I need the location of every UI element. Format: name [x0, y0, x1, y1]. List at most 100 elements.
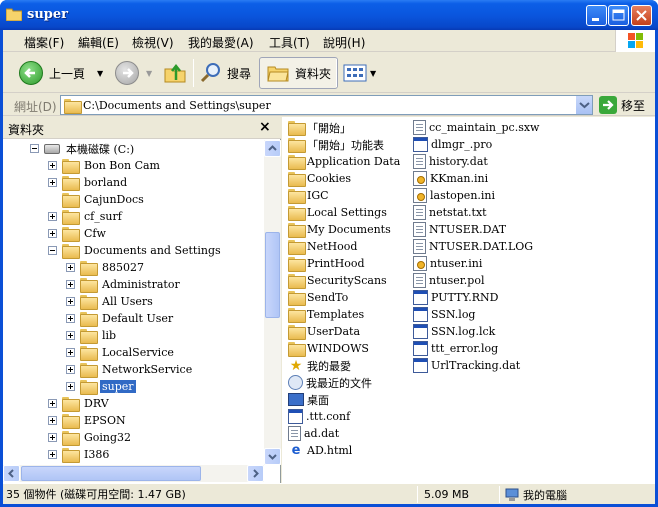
file-list-item[interactable]: My Documents [288, 221, 391, 238]
forward-button[interactable]: ▼ [115, 57, 152, 89]
scroll-up-button[interactable] [264, 140, 281, 157]
file-list-item[interactable]: UrlTracking.dat [413, 357, 520, 374]
expand-icon[interactable] [66, 365, 75, 374]
tree-item[interactable]: Default User [66, 310, 175, 327]
menu-tools[interactable]: 工具(T) [269, 34, 310, 51]
file-list-item[interactable]: PrintHood [288, 255, 365, 272]
folder-tree-horizontal-scrollbar[interactable] [3, 465, 264, 482]
tree-item[interactable]: I386 [48, 446, 111, 463]
expand-icon[interactable] [66, 280, 75, 289]
collapse-icon[interactable] [48, 246, 57, 255]
file-list-item[interactable]: lastopen.ini [413, 187, 495, 204]
collapse-icon[interactable] [30, 144, 39, 153]
address-dropdown-button[interactable] [575, 96, 592, 114]
file-list-item[interactable]: NTUSER.DAT [413, 221, 506, 238]
file-list-item[interactable]: dlmgr_.pro [413, 136, 492, 153]
tree-item[interactable]: borland [48, 174, 129, 191]
file-list-item[interactable]: ntuser.ini [413, 255, 482, 272]
file-list-item[interactable]: netstat.txt [413, 204, 487, 221]
folder-pane-close-icon[interactable]: × [259, 119, 271, 135]
file-list-item[interactable]: 我最近的文件 [288, 374, 372, 391]
back-button[interactable]: 上一頁 ▼ [19, 57, 103, 89]
views-button[interactable]: ▼ [342, 57, 376, 89]
menu-view[interactable]: 檢視(V) [132, 34, 174, 51]
tree-item[interactable]: Cfw [48, 225, 108, 242]
minimize-button[interactable] [586, 5, 607, 26]
file-list-item[interactable]: PUTTY.RND [413, 289, 498, 306]
menu-help[interactable]: 說明(H) [323, 34, 365, 51]
file-list-item[interactable]: KKman.ini [413, 170, 488, 187]
tree-item[interactable]: 本機磁碟 (C:) [30, 140, 136, 157]
file-list-item[interactable]: 「開始」 [288, 119, 351, 136]
file-list-item[interactable]: SecurityScans [288, 272, 387, 289]
expand-icon[interactable] [48, 450, 57, 459]
file-list-item[interactable]: ★ 我的最愛 [288, 357, 351, 374]
expand-icon[interactable] [66, 348, 75, 357]
menu-file[interactable]: 檔案(F) [24, 34, 64, 51]
expand-icon[interactable] [66, 331, 75, 340]
file-list-item[interactable]: history.dat [413, 153, 488, 170]
expand-icon[interactable] [66, 263, 75, 272]
file-list-item[interactable]: .ttt.conf [288, 408, 350, 425]
tree-item[interactable]: Bon Bon Cam [48, 157, 162, 174]
file-list-item[interactable]: UserData [288, 323, 360, 340]
expand-icon[interactable] [66, 297, 75, 306]
file-list-item[interactable]: NTUSER.DAT.LOG [413, 238, 533, 255]
expand-icon[interactable] [48, 416, 57, 425]
scroll-left-button[interactable] [3, 465, 20, 482]
expand-icon[interactable] [48, 433, 57, 442]
tree-item[interactable]: All Users [66, 293, 155, 310]
horizontal-scroll-thumb[interactable] [21, 466, 201, 481]
file-list-item[interactable]: SSN.log [413, 306, 475, 323]
expand-icon[interactable] [48, 229, 57, 238]
tree-item[interactable]: 885027 [66, 259, 146, 276]
file-list-item[interactable]: Templates [288, 306, 364, 323]
expand-icon[interactable] [66, 382, 75, 391]
file-list-item[interactable]: e AD.html [288, 442, 353, 459]
expand-icon[interactable] [66, 314, 75, 323]
tree-item[interactable]: DRV [48, 395, 111, 412]
search-button[interactable]: 搜尋 [199, 57, 251, 89]
scroll-right-button[interactable] [247, 465, 264, 482]
views-dropdown-icon[interactable]: ▼ [370, 69, 376, 78]
file-list-item[interactable]: IGC [288, 187, 329, 204]
file-list-item[interactable]: WINDOWS [288, 340, 369, 357]
tree-item[interactable]: Going32 [48, 429, 133, 446]
file-list-item[interactable]: SSN.log.lck [413, 323, 495, 340]
maximize-button[interactable] [608, 5, 629, 26]
expand-icon[interactable] [48, 399, 57, 408]
forward-dropdown-icon[interactable]: ▼ [146, 69, 152, 78]
file-list-item[interactable]: 桌面 [288, 391, 329, 408]
file-list-item[interactable]: ad.dat [288, 425, 339, 442]
expand-icon[interactable] [48, 212, 57, 221]
menu-favorites[interactable]: 我的最愛(A) [188, 34, 254, 51]
file-list-item[interactable]: Application Data [288, 153, 400, 170]
file-list-item[interactable]: SendTo [288, 289, 348, 306]
title-bar[interactable]: super [0, 0, 658, 30]
tree-item[interactable]: NetworkService [66, 361, 194, 378]
tree-item[interactable]: cf_surf [48, 208, 124, 225]
file-list-item[interactable]: Cookies [288, 170, 351, 187]
tree-item[interactable]: Documents and Settings [48, 242, 223, 259]
tree-item[interactable]: Administrator [66, 276, 182, 293]
file-list-item[interactable]: ntuser.pol [413, 272, 484, 289]
expand-icon[interactable] [48, 178, 57, 187]
tree-item[interactable]: EPSON [48, 412, 128, 429]
address-field[interactable]: C:\Documents and Settings\super [60, 95, 593, 115]
folder-tree-vertical-scrollbar[interactable] [264, 140, 281, 465]
file-list-item[interactable]: NetHood [288, 238, 357, 255]
vertical-scroll-thumb[interactable] [265, 232, 280, 318]
close-button[interactable] [631, 5, 652, 26]
tree-item[interactable]: super [66, 378, 136, 395]
scroll-down-button[interactable] [264, 448, 281, 465]
file-list-item[interactable]: Local Settings [288, 204, 387, 221]
tree-item[interactable]: CajunDocs [48, 191, 146, 208]
tree-item[interactable]: LocalService [66, 344, 176, 361]
folders-button[interactable]: 資料夾 [259, 57, 339, 89]
file-list-item[interactable]: ttt_error.log [413, 340, 498, 357]
back-dropdown-icon[interactable]: ▼ [97, 69, 103, 78]
go-button[interactable]: 移至 [599, 96, 645, 114]
menu-edit[interactable]: 編輯(E) [78, 34, 119, 51]
file-list-item[interactable]: 「開始」功能表 [288, 136, 384, 153]
tree-item[interactable]: lib [66, 327, 118, 344]
